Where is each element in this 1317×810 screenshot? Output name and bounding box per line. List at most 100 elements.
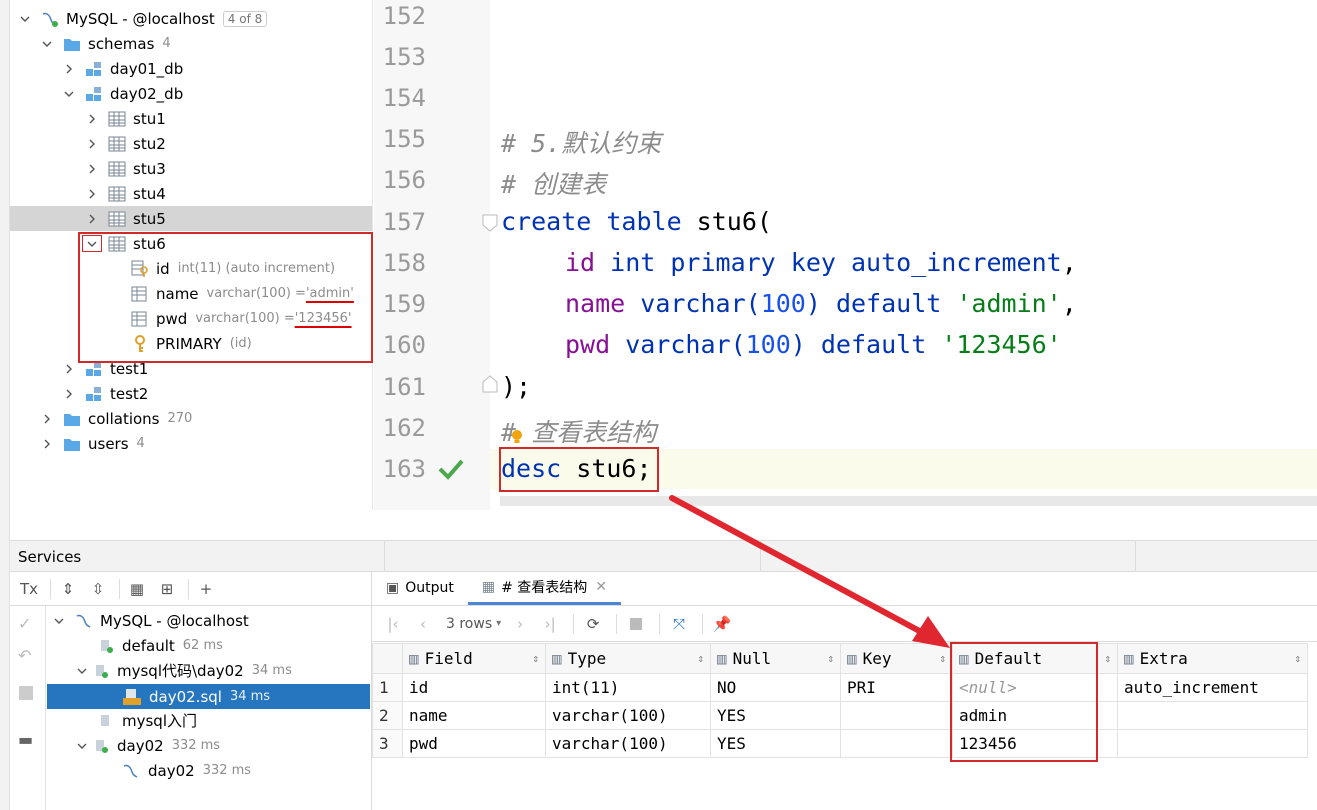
chevron-down-icon[interactable] — [75, 739, 89, 753]
tree-table-stu3[interactable]: stu3 — [85, 156, 166, 181]
group-by-icon[interactable]: ▦ — [124, 576, 150, 602]
table-row[interactable]: 3 pwd varchar(100) YES 123456 — [372, 729, 1308, 758]
compare-icon[interactable]: ⤧ — [666, 611, 692, 637]
chevron-down-icon[interactable] — [75, 664, 89, 678]
column-header-type[interactable]: ▥ Type ⇕ — [545, 643, 711, 674]
cell-type[interactable]: varchar(100) — [545, 729, 711, 758]
tree-connection[interactable]: MySQL - @localhost 4 of 8 — [18, 6, 268, 31]
tab-output[interactable]: ▣ Output — [372, 571, 468, 605]
filter-icon[interactable]: ⊞ — [154, 576, 180, 602]
fold-marker-icon[interactable] — [482, 375, 498, 397]
refresh-icon[interactable]: ⟳ — [580, 611, 606, 637]
identifier: stu6( — [681, 207, 772, 236]
chevron-right-icon[interactable] — [85, 187, 99, 201]
cell-field[interactable]: pwd — [402, 729, 546, 758]
cell-null[interactable]: NO — [710, 673, 841, 702]
pin-icon[interactable]: 📌 — [709, 611, 735, 637]
column-header-key[interactable]: ▥ Key ⇕ — [840, 643, 953, 674]
chevron-down-icon[interactable] — [62, 87, 76, 101]
code-line-155: # 5.默认约束 — [501, 129, 662, 158]
punctuation: , — [1061, 248, 1077, 277]
keyword: create table — [501, 207, 682, 236]
chevron-down-icon[interactable] — [52, 614, 66, 628]
stop-icon[interactable] — [19, 686, 33, 700]
tree-table-stu1[interactable]: stu1 — [85, 106, 166, 131]
chevron-right-icon[interactable] — [85, 212, 99, 226]
chevron-right-icon[interactable] — [85, 137, 99, 151]
intention-bulb-icon[interactable] — [511, 429, 523, 448]
chevron-right-icon[interactable] — [40, 437, 54, 451]
cell-key[interactable] — [840, 729, 953, 758]
services-title: Services — [18, 548, 82, 566]
sort-icon[interactable]: ⇕ — [1294, 652, 1301, 665]
service-mysql-code-day02[interactable]: mysql代码\day02 34 ms — [75, 658, 292, 683]
tree-schema-day01[interactable]: day01_db — [62, 56, 183, 81]
tab-query-result[interactable]: ▦ # 查看表结构 ✕ — [467, 571, 622, 605]
chevron-right-icon[interactable] — [62, 387, 76, 401]
cell-null[interactable]: YES — [710, 701, 841, 730]
cell-extra[interactable] — [1117, 729, 1308, 758]
stop-icon[interactable] — [623, 611, 649, 637]
service-day02-sql[interactable]: day02.sql 34 ms — [47, 684, 370, 709]
column-header-field[interactable]: ▥ Field ⇕ — [402, 643, 546, 674]
prev-page-icon[interactable]: ‹ — [410, 611, 436, 637]
cell-extra[interactable]: auto_increment — [1117, 673, 1308, 702]
keyword: ) default — [790, 330, 942, 359]
sort-icon[interactable]: ⇕ — [697, 652, 704, 665]
close-icon[interactable]: ✕ — [595, 579, 607, 595]
cell-field[interactable]: name — [402, 701, 546, 730]
tree-table-stu2[interactable]: stu2 — [85, 131, 166, 156]
sort-icon[interactable]: ⇕ — [939, 652, 946, 665]
sort-icon[interactable]: ⇕ — [1104, 652, 1111, 665]
tree-table-stu4[interactable]: stu4 — [85, 181, 166, 206]
chevron-down-icon[interactable] — [18, 12, 32, 26]
service-day02[interactable]: day02 332 ms — [75, 733, 220, 758]
service-default[interactable]: default 62 ms — [98, 633, 223, 658]
chevron-right-icon[interactable] — [62, 62, 76, 76]
commit-icon[interactable]: ✓ — [18, 614, 31, 633]
tree-users[interactable]: users 4 — [40, 431, 145, 456]
sort-icon[interactable]: ⇕ — [827, 652, 834, 665]
tx-mode-button[interactable]: Tx — [16, 576, 42, 602]
cell-extra[interactable] — [1117, 701, 1308, 730]
tree-collations[interactable]: collations 270 — [40, 406, 192, 431]
cell-type[interactable]: varchar(100) — [545, 701, 711, 730]
table-row[interactable]: 2 name varchar(100) YES admin — [372, 701, 1308, 730]
next-page-icon[interactable]: › — [507, 611, 533, 637]
divider — [573, 613, 575, 634]
tree-table-stu5[interactable]: stu5 — [10, 206, 372, 231]
column-header-extra[interactable]: ▥ Extra ⇕ — [1117, 643, 1308, 674]
tree-schema-test2[interactable]: test2 — [62, 381, 148, 406]
cell-key[interactable] — [840, 701, 953, 730]
service-connection[interactable]: MySQL - @localhost — [52, 608, 249, 633]
fold-marker-icon[interactable] — [482, 214, 498, 236]
cell-key[interactable]: PRI — [840, 673, 953, 702]
service-time: 332 ms — [202, 763, 252, 778]
rollback-icon[interactable]: ↶ — [18, 646, 31, 665]
chevron-right-icon[interactable] — [62, 362, 76, 376]
chevron-down-icon[interactable] — [40, 37, 54, 51]
sort-icon[interactable]: ⇕ — [532, 652, 539, 665]
column-header-null[interactable]: ▥ Null ⇕ — [710, 643, 841, 674]
horizontal-scrollbar[interactable] — [500, 496, 1317, 506]
cell-type[interactable]: int(11) — [545, 673, 711, 702]
line-number: 156 — [382, 166, 426, 194]
expand-all-icon[interactable]: ⇕ — [55, 576, 81, 602]
tree-schemas[interactable]: schemas 4 — [40, 31, 171, 56]
results-grid[interactable]: ▥ Field ⇕ ▥ Type ⇕ ▥ Null ⇕ ▥ Key ⇕ ▥ Default ⇕ ▥ E… — [372, 643, 1308, 758]
chevron-right-icon[interactable] — [85, 162, 99, 176]
first-page-icon[interactable]: |‹ — [380, 611, 406, 637]
collapse-all-icon[interactable]: ⇳ — [85, 576, 111, 602]
layout-icon[interactable]: ▬ — [18, 730, 33, 749]
tree-schema-day02[interactable]: day02_db — [62, 81, 183, 106]
chevron-right-icon[interactable] — [40, 412, 54, 426]
table-row[interactable]: 1 id int(11) NO PRI <null> auto_incremen… — [372, 673, 1308, 702]
last-page-icon[interactable]: ›| — [537, 611, 563, 637]
cell-field[interactable]: id — [402, 673, 546, 702]
add-icon[interactable]: + — [193, 576, 219, 602]
cell-null[interactable]: YES — [710, 729, 841, 758]
rows-selector[interactable]: 3 rows ▾ — [446, 616, 501, 632]
chevron-right-icon[interactable] — [85, 112, 99, 126]
service-day02-child[interactable]: day02 332 ms — [120, 758, 251, 783]
service-mysql-intro[interactable]: mysql入门 — [98, 708, 197, 733]
